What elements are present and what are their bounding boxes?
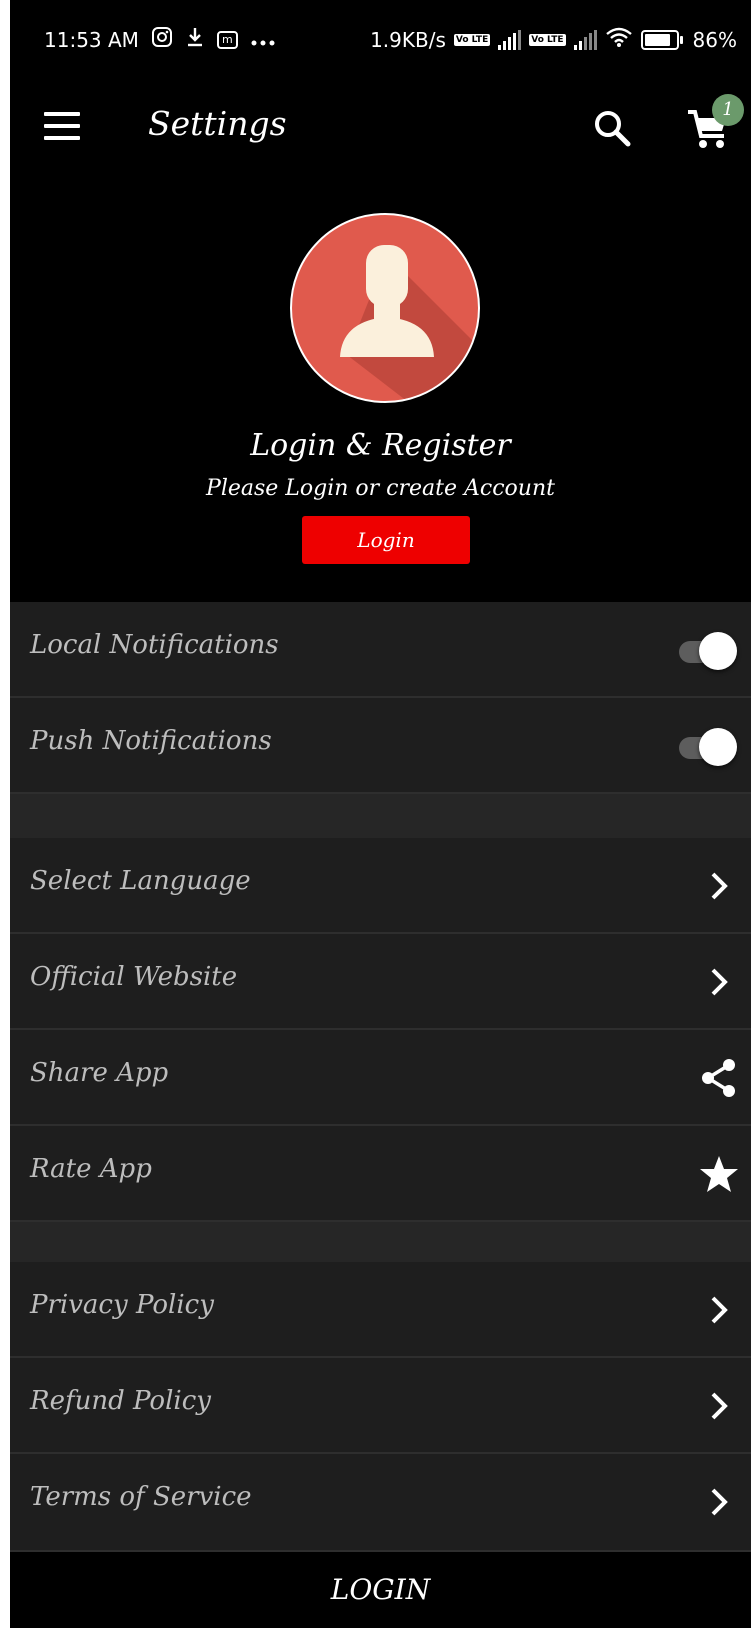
local-notifications-label: Local Notifications xyxy=(30,630,279,660)
chevron-right-icon xyxy=(699,962,739,1002)
local-notifications-row[interactable]: Local Notifications xyxy=(10,602,751,698)
status-bar-right: 1.9KB/s Vo LTE Vo LTE 86% xyxy=(370,26,737,53)
rate-app-row[interactable]: Rate App xyxy=(10,1126,751,1222)
terms-of-service-label: Terms of Service xyxy=(30,1482,252,1512)
app-bar: Settings 1 xyxy=(10,80,751,176)
status-time: 11:53 AM xyxy=(44,27,139,52)
refund-policy-row[interactable]: Refund Policy xyxy=(10,1358,751,1454)
profile-subtitle: Please Login or create Account xyxy=(206,476,555,501)
profile-title: Login & Register xyxy=(250,428,511,463)
m-app-icon: m xyxy=(216,30,238,49)
select-language-row[interactable]: Select Language xyxy=(10,838,751,934)
volte-icon-2: Vo LTE xyxy=(529,33,566,46)
rate-app-label: Rate App xyxy=(30,1154,152,1184)
share-icon xyxy=(699,1058,739,1098)
privacy-policy-row[interactable]: Privacy Policy xyxy=(10,1262,751,1358)
chevron-right-icon xyxy=(699,866,739,906)
chevron-right-icon xyxy=(699,1482,739,1522)
phone-screen: 11:53 AM m 1.9KB/s Vo LTE Vo LTE 86% Set… xyxy=(10,0,751,1628)
terms-of-service-row[interactable]: Terms of Service xyxy=(10,1454,751,1552)
section-divider xyxy=(10,794,751,838)
chevron-right-icon xyxy=(699,1386,739,1426)
toggle-knob xyxy=(699,728,737,766)
official-website-row[interactable]: Official Website xyxy=(10,934,751,1030)
push-notifications-toggle[interactable] xyxy=(675,726,739,766)
download-icon xyxy=(185,26,205,53)
refund-policy-label: Refund Policy xyxy=(30,1386,211,1416)
wifi-icon xyxy=(605,26,633,53)
battery-icon xyxy=(640,29,683,50)
local-notifications-toggle[interactable] xyxy=(675,630,739,670)
status-bar: 11:53 AM m 1.9KB/s Vo LTE Vo LTE 86% xyxy=(10,0,751,80)
more-notifications-icon xyxy=(250,28,276,52)
user-silhouette-icon xyxy=(340,245,478,401)
push-notifications-label: Push Notifications xyxy=(30,726,272,756)
instagram-icon xyxy=(151,26,173,53)
push-notifications-row[interactable]: Push Notifications xyxy=(10,698,751,794)
select-language-label: Select Language xyxy=(30,866,251,896)
share-app-row[interactable]: Share App xyxy=(10,1030,751,1126)
chevron-right-icon xyxy=(699,1290,739,1330)
avatar[interactable] xyxy=(290,213,480,403)
network-speed: 1.9KB/s xyxy=(370,27,446,52)
bottom-login-button[interactable]: LOGIN xyxy=(10,1552,751,1628)
privacy-policy-label: Privacy Policy xyxy=(30,1290,214,1320)
battery-level: 86% xyxy=(692,27,737,52)
section-divider xyxy=(10,1222,751,1262)
hamburger-menu-icon[interactable] xyxy=(44,112,80,140)
toggle-knob xyxy=(699,632,737,670)
signal-icon-2 xyxy=(573,29,597,50)
page-title: Settings xyxy=(148,104,287,143)
volte-icon: Vo LTE xyxy=(453,33,491,46)
signal-icon xyxy=(498,29,522,50)
official-website-label: Official Website xyxy=(30,962,238,992)
cart-count-badge: 1 xyxy=(712,94,744,126)
status-bar-left: 11:53 AM m xyxy=(44,26,276,53)
share-app-label: Share App xyxy=(30,1058,169,1088)
star-icon xyxy=(699,1154,739,1194)
search-icon[interactable] xyxy=(592,108,632,148)
login-button[interactable]: Login xyxy=(302,516,470,564)
